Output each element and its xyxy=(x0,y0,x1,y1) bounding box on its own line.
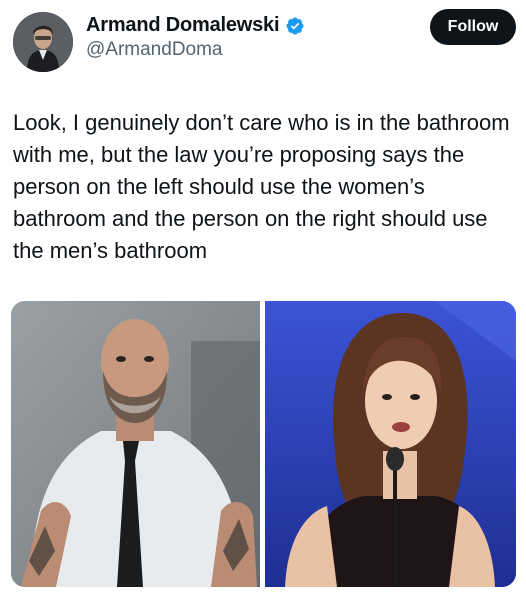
verified-badge-icon xyxy=(285,16,305,36)
display-name-row: Armand Domalewski xyxy=(86,14,305,37)
media-grid xyxy=(11,301,516,587)
tweet-header: Armand Domalewski @ArmandDoma Follow xyxy=(10,8,516,74)
display-name[interactable]: Armand Domalewski xyxy=(86,14,280,37)
author-names: Armand Domalewski @ArmandDoma xyxy=(86,14,305,61)
photo-woman-at-podium-icon xyxy=(265,301,516,587)
follow-button[interactable]: Follow xyxy=(430,9,516,45)
handle[interactable]: @ArmandDoma xyxy=(86,39,305,61)
tweet-text: Look, I genuinely don’t care who is in t… xyxy=(13,110,510,263)
avatar-photo-icon xyxy=(13,12,73,72)
photo-bearded-tattooed-man-icon xyxy=(11,301,260,587)
media-image-left[interactable] xyxy=(11,301,260,587)
avatar[interactable] xyxy=(13,12,73,72)
media-image-right[interactable] xyxy=(265,301,516,587)
